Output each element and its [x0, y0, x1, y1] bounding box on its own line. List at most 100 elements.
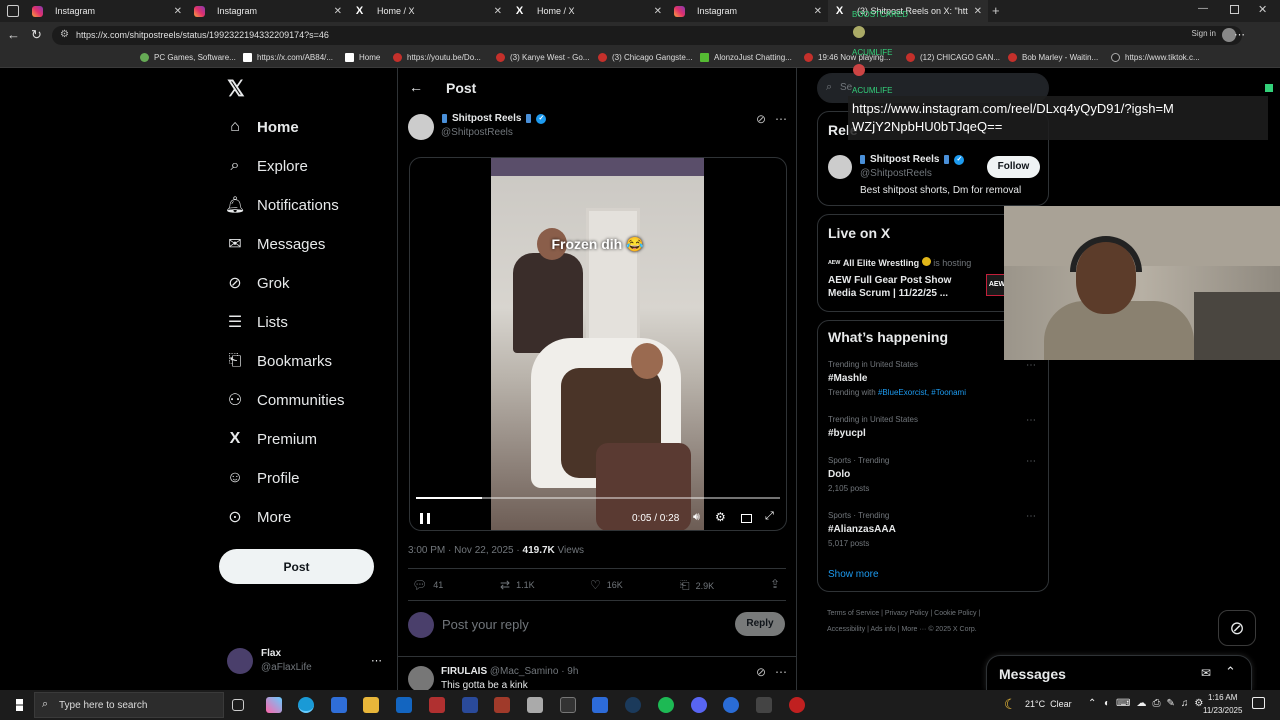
- follow-button[interactable]: Follow: [987, 156, 1040, 178]
- pause-icon[interactable]: [420, 513, 430, 524]
- taskbar-search-box[interactable]: ⌕ Type here to search: [34, 692, 224, 718]
- volume-icon[interactable]: 🔊︎: [693, 511, 700, 524]
- new-message-icon[interactable]: ✉: [1201, 666, 1211, 680]
- tab-instagram-2[interactable]: Instagram ✕: [188, 0, 348, 22]
- new-tab-icon[interactable]: +: [992, 3, 1000, 18]
- picture-in-picture-icon[interactable]: [741, 514, 752, 523]
- account-name[interactable]: Flax: [261, 648, 281, 659]
- tab-instagram-3[interactable]: Instagram ✕: [668, 0, 828, 22]
- bookmark-tiktok[interactable]: https://www.tiktok.c...: [1111, 53, 1200, 62]
- more-menu-icon[interactable]: ⋯: [1234, 28, 1245, 41]
- footer-terms[interactable]: Terms of Service: [827, 610, 879, 617]
- tray-chevron-icon[interactable]: ⌃: [1088, 698, 1096, 709]
- window-menu-icon[interactable]: [7, 5, 19, 17]
- close-tab-icon[interactable]: ✕: [334, 6, 342, 17]
- footer-more[interactable]: More ···: [901, 626, 926, 633]
- profile-avatar[interactable]: [828, 155, 852, 179]
- trend-dolo[interactable]: Dolo: [828, 469, 850, 480]
- store-icon[interactable]: [331, 697, 347, 713]
- nav-home[interactable]: ⌂ Home: [226, 118, 299, 136]
- trend-byucpl[interactable]: #byucpl: [828, 428, 866, 439]
- repost-action[interactable]: ⇄ 1.1K: [500, 578, 535, 592]
- trend-menu-icon[interactable]: ⋯: [1026, 360, 1036, 371]
- reply-menu-icon[interactable]: ⋯: [775, 665, 787, 679]
- reply-author-avatar[interactable]: [408, 666, 434, 692]
- task-view-icon[interactable]: [232, 699, 244, 711]
- app-icon[interactable]: [494, 697, 510, 713]
- bookmark-chicago[interactable]: (3) Chicago Gangste...: [598, 53, 692, 62]
- bookmark-youtube[interactable]: https://youtu.be/Do...: [393, 53, 481, 62]
- nav-messages[interactable]: ✉ Messages: [226, 235, 325, 254]
- app-icon[interactable]: [462, 697, 478, 713]
- fullscreen-icon[interactable]: ⤢: [765, 510, 774, 523]
- bookmark-x-ab84[interactable]: https://x.com/AB84/...: [243, 53, 333, 62]
- messages-drawer[interactable]: Messages ✉ ⌃: [986, 655, 1252, 690]
- app-icon[interactable]: [756, 697, 772, 713]
- discord-icon[interactable]: [691, 697, 707, 713]
- back-arrow-icon[interactable]: ←: [7, 27, 20, 42]
- copilot-icon[interactable]: [266, 697, 282, 713]
- post-button[interactable]: Post: [219, 549, 374, 584]
- video-player[interactable]: Frozen dih 😂 0:05 / 0:28 🔊︎ ⚙ ⤢: [409, 157, 787, 531]
- footer-ads-info[interactable]: Ads info: [870, 626, 895, 633]
- nav-bookmarks[interactable]: ⎗ Bookmarks: [226, 352, 332, 370]
- nav-grok[interactable]: ⊘ Grok: [226, 274, 289, 293]
- like-action[interactable]: ♡ 16K: [590, 578, 623, 592]
- profile-name[interactable]: Shitpost Reels ✓: [860, 154, 965, 165]
- footer-cookie[interactable]: Cookie Policy: [934, 610, 976, 617]
- weather-text[interactable]: 21°C Clear: [1025, 699, 1072, 709]
- share-icon[interactable]: ⇪: [770, 577, 780, 591]
- site-info-icon[interactable]: ⚙: [60, 29, 69, 40]
- tab-home-x-1[interactable]: X Home / X ✕: [348, 0, 508, 22]
- bookmark-bob-marley[interactable]: Bob Marley - Waitin...: [1008, 53, 1098, 62]
- nav-lists[interactable]: ☰ Lists: [226, 313, 288, 332]
- account-avatar[interactable]: [227, 648, 253, 674]
- reload-icon[interactable]: ↻: [31, 27, 42, 43]
- trend-links[interactable]: #BlueExorcist, #Toonami: [878, 388, 966, 397]
- tray-icons[interactable]: ◐⌨☁⎙✎♫⚙: [1104, 698, 1209, 709]
- back-arrow-icon[interactable]: ←: [409, 79, 423, 95]
- reply-button[interactable]: Reply: [735, 612, 785, 636]
- footer-privacy[interactable]: Privacy Policy: [885, 610, 929, 617]
- video-progress-track[interactable]: [416, 497, 780, 499]
- bookmark-chicago-gan[interactable]: (12) CHICAGO GAN...: [906, 53, 1000, 62]
- live-event-title[interactable]: AEW Full Gear Post Show Media Scrum | 11…: [828, 274, 968, 300]
- close-tab-icon[interactable]: ✕: [494, 6, 502, 17]
- trend-menu-icon[interactable]: ⋯: [1026, 511, 1036, 522]
- bookmark-action[interactable]: ⎗ 2.9K: [680, 578, 714, 593]
- live-host[interactable]: ᴬᴱᵂ All Elite Wrestling is hosting: [828, 257, 971, 268]
- app-icon[interactable]: [429, 697, 445, 713]
- x-home-logo[interactable]: 𝕏: [227, 76, 245, 102]
- bookmark-pc-games[interactable]: PC Games, Software...: [140, 53, 236, 62]
- bookmark-home[interactable]: Home: [345, 53, 380, 62]
- reply-author-name[interactable]: FIRULAIS: [441, 666, 487, 677]
- post-menu-icon[interactable]: ⋯: [775, 112, 787, 126]
- trend-alianzasaaa[interactable]: #AlianzasAAA: [828, 524, 896, 535]
- steam-icon[interactable]: [625, 697, 641, 713]
- minimize-icon[interactable]: —: [1198, 3, 1208, 14]
- url-field[interactable]: ⚙ https://x.com/shitpostreels/status/199…: [52, 26, 1242, 45]
- reply-action[interactable]: 💬︎ 41: [412, 578, 443, 592]
- bookmark-alonzo[interactable]: AlonzoJust Chatting...: [700, 53, 792, 62]
- nav-explore[interactable]: ⌕ Explore: [226, 157, 308, 175]
- close-window-icon[interactable]: ✕: [1258, 3, 1267, 16]
- app-icon[interactable]: [592, 697, 608, 713]
- bookmark-kanye[interactable]: (3) Kanye West - Go...: [496, 53, 589, 62]
- trend-mashle[interactable]: #Mashle: [828, 373, 867, 384]
- tab-home-x-2[interactable]: X Home / X ✕: [508, 0, 668, 22]
- signin-button[interactable]: Sign in: [1192, 29, 1216, 38]
- clock-date[interactable]: 11/23/2025: [1203, 706, 1242, 715]
- close-tab-icon[interactable]: ✕: [174, 6, 182, 17]
- show-more-link[interactable]: Show more: [828, 569, 879, 580]
- spotify-icon[interactable]: [658, 697, 674, 713]
- edge-icon[interactable]: [298, 697, 314, 713]
- nav-premium[interactable]: X Premium: [226, 430, 317, 448]
- notifications-icon[interactable]: [1252, 697, 1265, 709]
- settings-gear-icon[interactable]: ⚙: [715, 510, 726, 524]
- trend-menu-icon[interactable]: ⋯: [1026, 415, 1036, 426]
- nav-communities[interactable]: ⚇ Communities: [226, 391, 345, 410]
- trend-menu-icon[interactable]: ⋯: [1026, 456, 1036, 467]
- nav-notifications[interactable]: 🔔︎ Notifications: [225, 196, 339, 215]
- nav-profile[interactable]: ☺ Profile: [226, 469, 300, 487]
- reply-grok-icon[interactable]: ⊘: [756, 665, 766, 679]
